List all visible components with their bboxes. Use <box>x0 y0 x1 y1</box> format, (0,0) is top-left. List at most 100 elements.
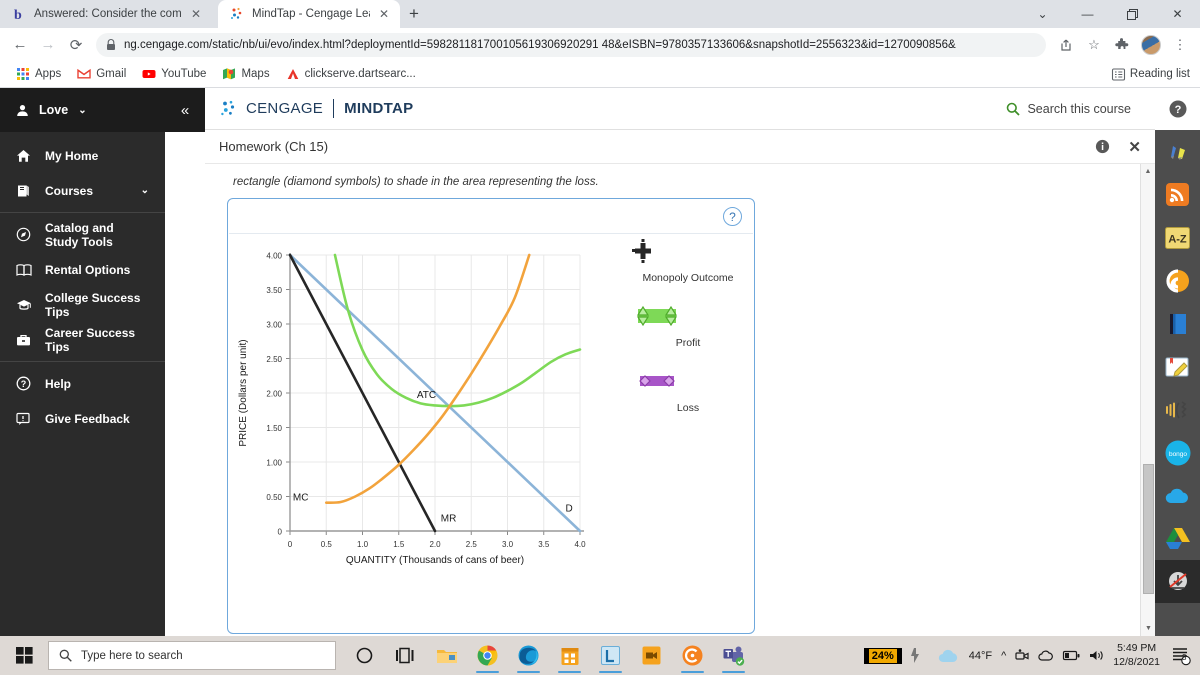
bongo-icon[interactable]: bongo <box>1155 431 1200 474</box>
clock-time: 5:49 PM <box>1117 642 1157 655</box>
page-viewport: Love ⌄ « My Home Courses ⌄ Catalog and S… <box>0 88 1200 636</box>
a-z-dictionary-icon[interactable]: A-Z <box>1155 216 1200 259</box>
forward-icon[interactable]: → <box>35 32 61 58</box>
taskbar-search-input[interactable]: Type here to search <box>48 641 336 670</box>
bookmark-maps[interactable]: Maps <box>216 64 275 84</box>
google-drive-icon[interactable] <box>1155 517 1200 560</box>
sidebar-item-my-home[interactable]: My Home <box>0 138 165 173</box>
task-view-icon[interactable] <box>385 636 426 675</box>
bookmarks-bar: Apps Gmail YouTube Maps clickserve.darts… <box>0 61 1200 88</box>
onedrive-tray-icon[interactable] <box>1038 650 1054 661</box>
back-icon[interactable]: ← <box>7 32 33 58</box>
scroll-up-arrow-icon[interactable]: ▲ <box>1141 164 1155 179</box>
close-assignment-button[interactable]: ✕ <box>1128 138 1141 156</box>
sidebar-item-give-feedback[interactable]: Give Feedback <box>0 401 165 436</box>
cengage-mindtap-logo[interactable]: CENGAGE MINDTAP <box>219 99 413 119</box>
course-search-button[interactable]: Search this course <box>1006 102 1141 116</box>
new-tab-button[interactable]: + <box>400 0 428 28</box>
cengage-icon[interactable] <box>672 636 713 675</box>
zoom-icon[interactable] <box>631 636 672 675</box>
rail-help-button[interactable]: ? <box>1155 88 1200 130</box>
bookmark-clickserve[interactable]: clickserve.dartsearc... <box>280 64 422 84</box>
info-icon[interactable] <box>1095 139 1110 154</box>
windows-start-icon[interactable] <box>0 636 48 675</box>
browser-tab-title: MindTap - Cengage Learning <box>252 8 370 20</box>
chrome-icon[interactable] <box>467 636 508 675</box>
read-aloud-icon[interactable] <box>1155 388 1200 431</box>
x-axis-title: QUANTITY (Thousands of cans of beer) <box>346 555 524 566</box>
scroll-down-arrow-icon[interactable]: ▼ <box>1141 621 1156 636</box>
curve-label-mr: MR <box>441 513 457 524</box>
extensions-puzzle-icon[interactable] <box>1109 32 1135 58</box>
adobe-a-icon <box>286 67 300 81</box>
sidebar-user-menu[interactable]: Love ⌄ <box>0 88 165 132</box>
weather-temperature[interactable]: 44°F <box>969 650 992 662</box>
legend-item-monopoly-outcome[interactable]: Monopoly Outcome <box>628 239 748 284</box>
rss-feed-icon[interactable] <box>1155 173 1200 216</box>
sidebar-item-label: Give Feedback <box>45 411 130 426</box>
series-atc <box>333 253 582 408</box>
y-axis-tick-label: 3.00 <box>266 321 282 330</box>
legend-label: Monopoly Outcome <box>642 272 734 284</box>
battery-percent-badge[interactable]: 24% <box>863 647 902 664</box>
sidebar-collapse-button[interactable]: « <box>165 88 205 132</box>
taskbar-app-list <box>344 636 754 675</box>
close-icon[interactable]: ✕ <box>377 8 391 20</box>
file-explorer-icon[interactable] <box>426 636 467 675</box>
content-scrollbar[interactable]: ▲ ▼ <box>1140 164 1155 636</box>
address-bar[interactable]: ng.cengage.com/static/nb/ui/evo/index.ht… <box>96 32 1046 57</box>
close-icon[interactable]: ✕ <box>189 8 203 20</box>
scrollbar-thumb[interactable] <box>1143 464 1154 594</box>
lastpass-icon[interactable] <box>590 636 631 675</box>
profile-avatar[interactable] <box>1141 34 1161 55</box>
bookmark-youtube[interactable]: YouTube <box>136 64 212 84</box>
sidebar-item-college-success-tips[interactable]: College Success Tips <box>0 287 165 322</box>
browser-tab-mindtap[interactable]: MindTap - Cengage Learning ✕ <box>218 0 400 28</box>
bookmark-star-icon[interactable]: ☆ <box>1081 32 1107 58</box>
notes-pencil-icon[interactable] <box>1155 345 1200 388</box>
battery-charging-icon <box>910 648 919 663</box>
edge-icon[interactable] <box>508 636 549 675</box>
orange-spiral-icon[interactable] <box>1155 259 1200 302</box>
legend-item-loss[interactable]: Loss <box>628 369 748 414</box>
notification-center-button[interactable]: 3 <box>1169 646 1193 666</box>
chrome-menu-icon[interactable]: ⋮ <box>1167 32 1193 58</box>
battery-tray-icon[interactable] <box>1063 650 1080 661</box>
question-circle-icon: ? <box>16 376 33 391</box>
cortana-icon[interactable] <box>344 636 385 675</box>
volume-icon[interactable] <box>1089 649 1104 662</box>
share-icon[interactable] <box>1053 32 1079 58</box>
browser-tab-bartleby[interactable]: b Answered: Consider the competiti ✕ <box>0 0 218 28</box>
store-icon[interactable] <box>549 636 590 675</box>
sidebar-item-help[interactable]: ? Help <box>0 366 165 401</box>
rectangle-diamond-handles <box>639 375 675 387</box>
bookmark-label: YouTube <box>161 68 207 80</box>
tab-search-chevron-icon[interactable]: ⌄ <box>1020 0 1065 28</box>
camera-privacy-icon[interactable] <box>1015 649 1029 662</box>
sidebar-item-rental-options[interactable]: Rental Options <box>0 252 165 287</box>
onedrive-cloud-icon[interactable] <box>1155 474 1200 517</box>
close-window-button[interactable]: ✕ <box>1155 0 1200 28</box>
y-axis-title: PRICE (Dollars per unit) <box>238 339 249 446</box>
reload-icon[interactable]: ⟳ <box>63 32 89 58</box>
download-icon[interactable] <box>1155 560 1200 603</box>
taskbar-clock[interactable]: 5:49 PM 12/8/2021 <box>1113 642 1160 669</box>
sidebar-item-catalog-and-study-tools[interactable]: Catalog and Study Tools <box>0 217 165 252</box>
blue-book-icon[interactable] <box>1155 302 1200 345</box>
y-axis-tick-label: 3.50 <box>266 286 282 295</box>
highlighter-pen-icon[interactable] <box>1155 130 1200 173</box>
bookmark-apps[interactable]: Apps <box>10 64 67 84</box>
sidebar-item-label: Help <box>45 376 72 391</box>
ms-teams-icon[interactable] <box>713 636 754 675</box>
home-icon <box>16 149 33 163</box>
minimize-button[interactable]: — <box>1065 0 1110 28</box>
browser-tab-title: Answered: Consider the competiti <box>34 8 182 20</box>
chart-help-icon[interactable]: ? <box>723 207 742 226</box>
bookmark-gmail[interactable]: Gmail <box>71 64 132 84</box>
sidebar-item-career-success-tips[interactable]: Career Success Tips <box>0 322 165 357</box>
reading-list-button[interactable]: Reading list <box>1111 67 1190 81</box>
legend-item-profit[interactable]: Profit <box>628 304 748 349</box>
sidebar-item-courses[interactable]: Courses ⌄ <box>0 173 165 208</box>
show-hidden-icons-chevron-icon[interactable]: ^ <box>1001 650 1006 662</box>
maximize-restore-button[interactable] <box>1110 0 1155 28</box>
